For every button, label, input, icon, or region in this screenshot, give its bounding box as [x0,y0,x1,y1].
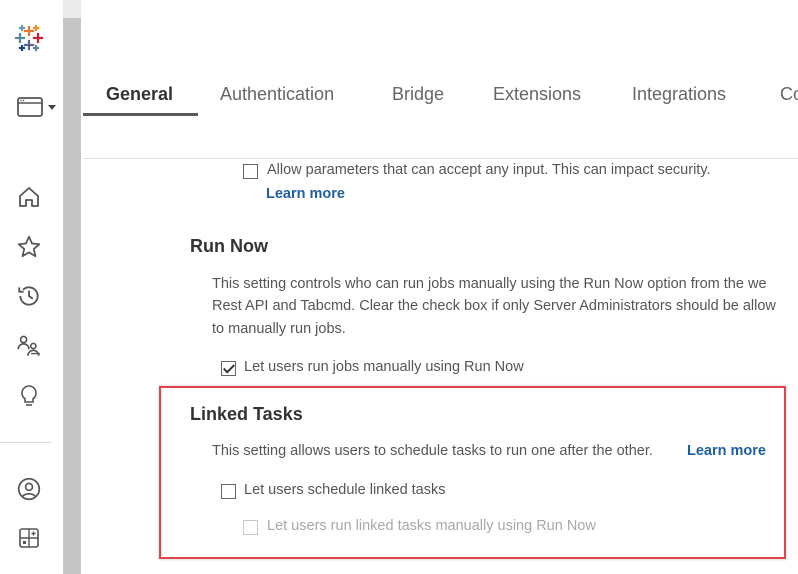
tableau-logo-icon[interactable] [13,22,45,54]
run-now-description-line3: to manually run jobs. [212,321,346,337]
run-now-checkbox[interactable] [221,361,236,376]
linked-tasks-learn-more-link[interactable]: Learn more [687,443,766,459]
tab-integrations[interactable]: Integrations [632,84,726,114]
left-nav-rail [0,0,63,574]
linked-tasks-heading: Linked Tasks [190,404,303,424]
allow-parameters-checkbox[interactable] [243,164,258,179]
shared-with-me-icon[interactable] [13,330,45,362]
run-now-heading: Run Now [190,236,268,256]
user-account-icon[interactable] [13,473,45,505]
apps-grid-icon[interactable] [13,522,45,554]
sidebar-scrollbar-thumb[interactable] [63,18,81,574]
favorites-star-icon[interactable] [13,231,45,263]
rail-divider [0,442,51,443]
tab-authentication[interactable]: Authentication [220,84,334,114]
params-learn-more-link[interactable]: Learn more [266,186,345,202]
linked-tasks-checkbox[interactable] [221,484,236,499]
site-menu-icon[interactable] [12,91,60,123]
tabs-divider [83,158,798,159]
allow-parameters-label: Allow parameters that can accept any inp… [267,162,711,178]
linked-tasks-run-now-checkbox[interactable] [243,520,258,535]
tab-bridge[interactable]: Bridge [392,84,444,114]
linked-tasks-checkbox-label: Let users schedule linked tasks [244,482,446,498]
active-tab-underline [83,113,198,116]
linked-tasks-description: This setting allows users to schedule ta… [212,443,653,459]
run-now-checkbox-label: Let users run jobs manually using Run No… [244,359,524,375]
home-icon[interactable] [13,181,45,213]
recents-history-icon[interactable] [13,280,45,312]
tab-general[interactable]: General [106,84,173,114]
recommendations-lightbulb-icon[interactable] [13,380,45,412]
run-now-description-line1: This setting controls who can run jobs m… [212,276,767,292]
linked-tasks-run-now-label: Let users run linked tasks manually usin… [267,518,596,534]
tab-extensions[interactable]: Extensions [493,84,581,114]
run-now-description-line2: Rest API and Tabcmd. Clear the check box… [212,298,776,314]
tab-more[interactable]: Co [780,84,798,114]
